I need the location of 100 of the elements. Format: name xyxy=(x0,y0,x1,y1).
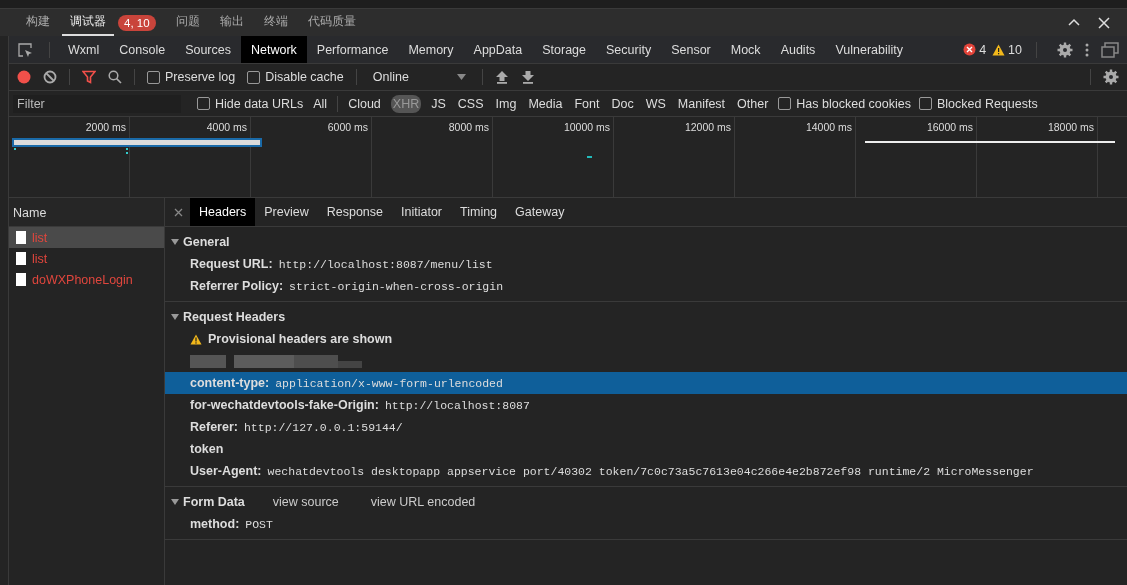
type-filter[interactable]: Cloud xyxy=(346,94,383,113)
preserve-log-checkbox[interactable]: Preserve log xyxy=(147,70,236,84)
detail-tab[interactable]: Headers xyxy=(190,198,256,226)
search-icon[interactable] xyxy=(108,70,122,84)
count-badge: 4, 10 xyxy=(118,14,156,31)
file-icon xyxy=(16,273,26,286)
type-filter[interactable]: Font xyxy=(572,94,602,113)
clear-icon[interactable] xyxy=(43,70,57,84)
detail-tab[interactable]: Initiator xyxy=(392,198,451,226)
type-filter[interactable]: Manifest xyxy=(675,94,728,113)
section-title[interactable]: General xyxy=(183,235,230,249)
request-name: list xyxy=(32,251,48,266)
disclosure-triangle-icon[interactable] xyxy=(171,498,179,506)
detail-tab[interactable]: Timing xyxy=(451,198,507,226)
header-value: application/x-www-form-urlencoded xyxy=(275,376,503,390)
view-link[interactable]: view source xyxy=(272,495,339,509)
type-filter[interactable]: All xyxy=(311,94,330,113)
devtools-tab[interactable]: Console xyxy=(109,36,176,63)
file-icon xyxy=(16,231,26,244)
devtools-tab[interactable]: Audits xyxy=(770,36,826,63)
panel-tab[interactable]: 问题 xyxy=(167,9,208,36)
header-name: content-type: xyxy=(190,376,270,390)
devtools-tab[interactable]: Mock xyxy=(720,36,771,63)
file-icon xyxy=(16,252,26,265)
type-filter[interactable]: CSS xyxy=(455,94,486,113)
header-value: wechatdevtools desktopapp appservice port/40302 token/7c0c73a5c7613e04c266e4e2b872ef98 runtime/2 MicroMessenger xyxy=(267,464,1034,478)
header-value: http://127.0.0.1:59144/ xyxy=(243,420,403,434)
throttling-dropdown[interactable]: Online xyxy=(368,70,470,84)
section-title[interactable]: Form Data xyxy=(183,495,245,509)
header-name: User-Agent: xyxy=(190,464,262,478)
request-row[interactable]: list xyxy=(9,248,164,269)
request-name: doWXPhoneLogin xyxy=(32,272,133,287)
devtools-tab[interactable]: Sources xyxy=(175,36,241,63)
type-filter[interactable]: Media xyxy=(526,94,565,113)
type-filter[interactable]: Other xyxy=(735,94,771,113)
header-name: Request URL: xyxy=(190,257,273,271)
filter-icon[interactable] xyxy=(82,70,96,84)
detail-tab[interactable]: Preview xyxy=(255,198,318,226)
type-filter[interactable]: WS xyxy=(643,94,668,113)
warning-count: 10 xyxy=(1008,42,1022,57)
disclosure-triangle-icon[interactable] xyxy=(171,313,179,321)
blocked-cookies-checkbox[interactable]: Has blocked cookies xyxy=(778,96,911,111)
warning-message: Provisional headers are shown xyxy=(208,332,393,346)
time-tick-label: 18000 ms xyxy=(1047,121,1094,133)
caret-icon xyxy=(456,74,466,80)
inspect-icon[interactable] xyxy=(17,41,33,58)
panel-tab[interactable]: 终端 xyxy=(255,9,296,36)
devtools-tab[interactable]: Security xyxy=(596,36,662,63)
more-icon[interactable] xyxy=(1085,42,1089,57)
view-link[interactable]: view URL encoded xyxy=(370,495,476,509)
header-value: http://localhost:8087/menu/list xyxy=(278,257,493,271)
header-name: for-wechatdevtools-fake-Origin: xyxy=(190,398,379,412)
warning-icon xyxy=(992,43,1006,56)
time-tick-label: 14000 ms xyxy=(805,121,852,133)
download-icon[interactable] xyxy=(520,70,535,84)
devtools-tab[interactable]: Storage xyxy=(532,36,596,63)
header-value: http://localhost:8087 xyxy=(384,398,530,412)
request-name: list xyxy=(32,230,48,245)
devtools-tab[interactable]: Wxml xyxy=(58,36,110,63)
devtools-tab[interactable]: Network xyxy=(241,36,307,63)
panel-tab[interactable]: 构建 xyxy=(18,9,58,36)
panel-tab[interactable]: 输出 xyxy=(211,9,252,36)
time-tick-label: 16000 ms xyxy=(926,121,973,133)
type-filter[interactable]: JS xyxy=(429,94,448,113)
error-icon xyxy=(963,43,977,56)
type-filter[interactable]: Doc xyxy=(609,94,636,113)
request-row[interactable]: doWXPhoneLogin xyxy=(9,269,164,290)
disclosure-triangle-icon[interactable] xyxy=(171,238,179,246)
settings-icon[interactable] xyxy=(1103,69,1119,85)
time-tick-label: 12000 ms xyxy=(684,121,731,133)
upload-icon[interactable] xyxy=(494,70,509,84)
panel-tab[interactable]: 代码质量 xyxy=(299,9,364,36)
devtools-tab[interactable]: Memory xyxy=(398,36,464,63)
header-name: method: xyxy=(190,517,240,531)
header-name: token xyxy=(190,442,224,456)
disable-cache-checkbox[interactable]: Disable cache xyxy=(247,70,344,84)
undock-icon[interactable] xyxy=(1101,41,1119,58)
time-tick-label: 6000 ms xyxy=(327,121,368,133)
detail-tab[interactable]: Gateway xyxy=(506,198,574,226)
hide-data-urls-checkbox[interactable]: Hide data URLs xyxy=(197,96,304,111)
devtools-tab[interactable]: Sensor xyxy=(661,36,721,63)
header-name: Referer: xyxy=(190,420,238,434)
warning-icon xyxy=(190,333,202,345)
settings-icon[interactable] xyxy=(1057,41,1073,58)
blocked-requests-checkbox[interactable]: Blocked Requests xyxy=(919,96,1038,111)
header-value: POST xyxy=(245,517,273,531)
type-filter[interactable]: Img xyxy=(493,94,519,113)
filter-field[interactable]: Filter xyxy=(13,94,181,113)
devtools-tab[interactable]: Vulnerability xyxy=(825,36,913,63)
devtools-tab[interactable]: AppData xyxy=(463,36,533,63)
section-title[interactable]: Request Headers xyxy=(183,310,286,324)
detail-tab[interactable]: Response xyxy=(317,198,392,226)
record-button[interactable] xyxy=(17,70,31,84)
error-count: 4 xyxy=(979,42,987,57)
close-icon[interactable] xyxy=(174,207,183,217)
header-name: Referrer Policy: xyxy=(190,279,284,293)
time-tick-label: 10000 ms xyxy=(563,121,610,133)
time-tick-label: 2000 ms xyxy=(85,121,126,133)
time-tick-label: 4000 ms xyxy=(206,121,247,133)
devtools-tab[interactable]: Performance xyxy=(306,36,399,63)
